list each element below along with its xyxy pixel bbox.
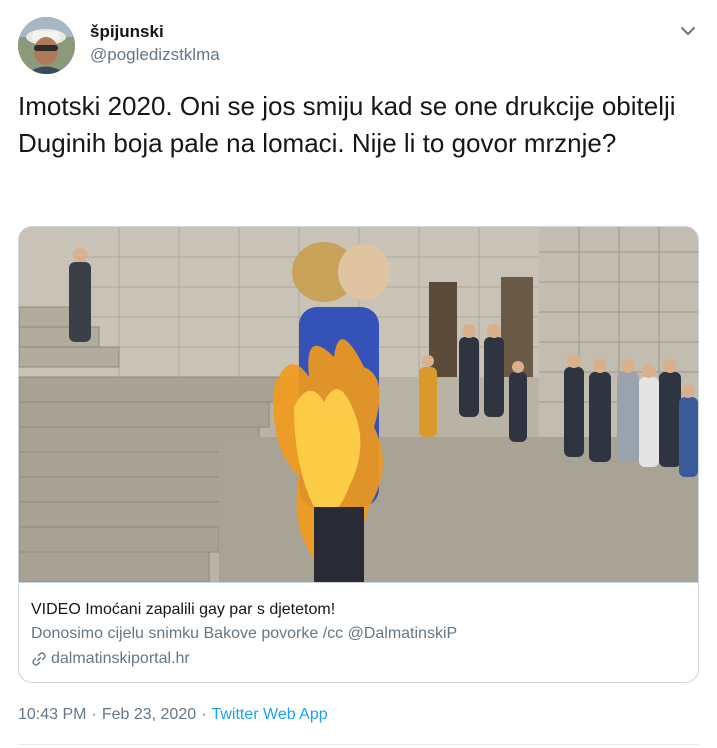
user-handle[interactable]: @pogledizstklma [90,45,220,65]
meta-separator: · [91,706,97,723]
tweet-meta: 10:43 PM · Feb 23, 2020 · Twitter Web App [18,706,328,724]
card-description: Donosimo cijelu snimku Bakove povorke /c… [31,625,458,642]
card-body[interactable]: VIDEO Imoćani zapalili gay par s djeteto… [19,582,698,682]
tweet-text: Imotski 2020. Oni se jos smiju kad se on… [18,91,676,158]
card-domain: dalmatinskiportal.hr [31,648,686,670]
link-icon [32,652,46,666]
tweet-source-link[interactable]: Twitter Web App [211,706,327,723]
tweet-time[interactable]: 10:43 PM [18,706,86,723]
avatar[interactable] [18,17,75,74]
card-title: VIDEO Imoćani zapalili gay par s djeteto… [31,601,336,618]
chevron-down-icon[interactable] [677,20,699,42]
tweet-date[interactable]: Feb 23, 2020 [102,706,196,723]
tweet: špijunski @pogledizstklma Imotski 2020. … [0,0,717,748]
display-name[interactable]: špijunski [90,22,164,42]
card-domain-text: dalmatinskiportal.hr [51,650,190,667]
meta-separator: · [201,706,207,723]
link-card[interactable]: VIDEO Imoćani zapalili gay par s djeteto… [18,226,699,683]
card-image[interactable] [19,227,698,583]
divider [18,744,699,745]
